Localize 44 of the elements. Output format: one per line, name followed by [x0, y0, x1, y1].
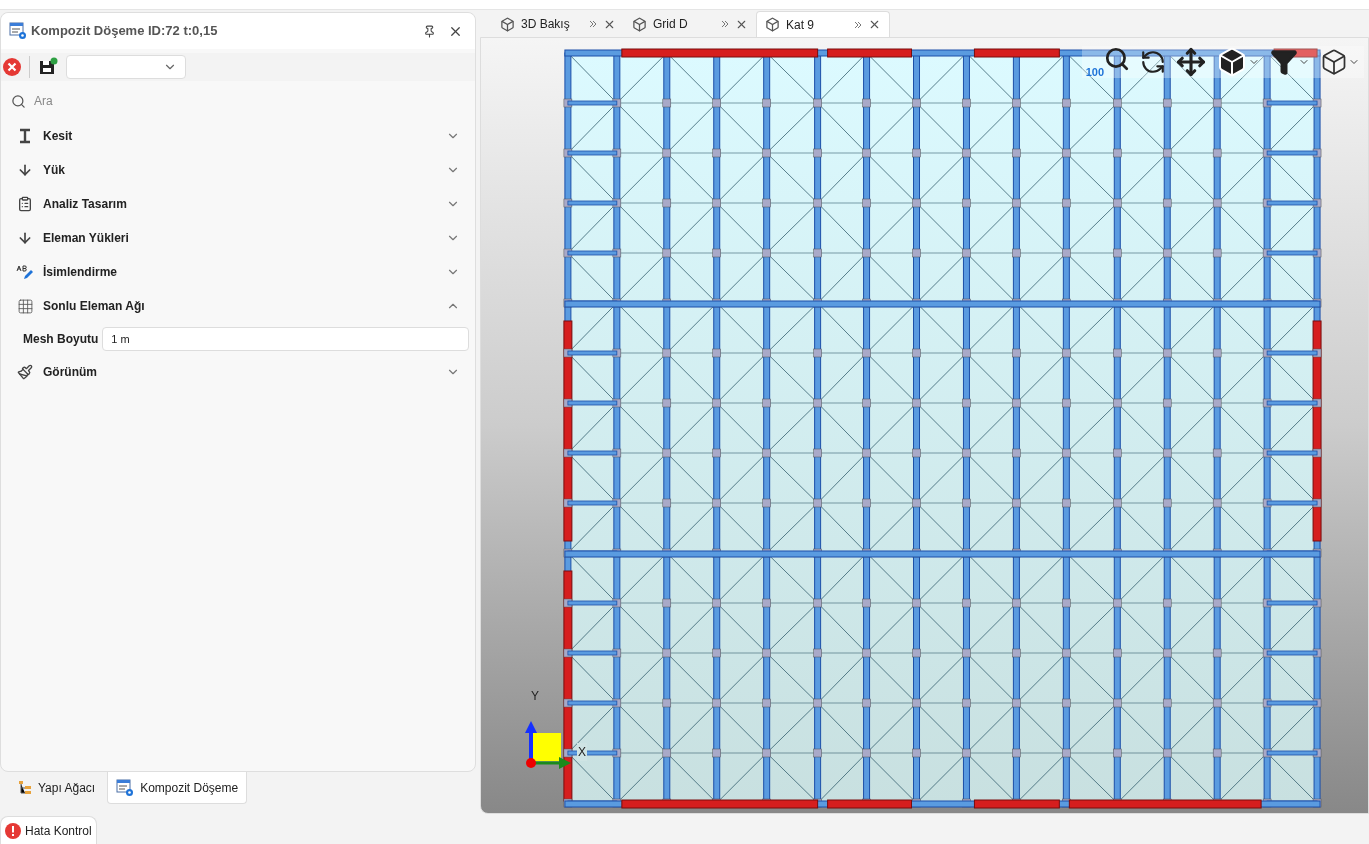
axis-y-label: Y — [531, 688, 539, 705]
field-label: Mesh Boyutu — [23, 331, 99, 348]
cube-icon — [500, 16, 515, 32]
mesh-size-field[interactable]: 1 m — [102, 327, 469, 351]
section-header[interactable]: Eleman Yükleri — [1, 221, 475, 255]
ab-pencil-icon — [16, 264, 34, 280]
filter-button[interactable] — [1270, 48, 1298, 76]
axis-x-label: X — [577, 743, 587, 761]
panel-title: Kompozit Döşeme ID:72 t:0,15 — [31, 22, 218, 41]
search-icon — [11, 93, 26, 109]
error-check-tab[interactable]: Hata Kontrol — [0, 816, 97, 844]
close-tab-icon[interactable] — [868, 18, 881, 31]
mesh-grid-icon — [16, 297, 34, 315]
search-field[interactable]: Ara — [34, 92, 465, 110]
wireframe-cube-button[interactable] — [1320, 48, 1348, 76]
cube-icon — [765, 17, 780, 32]
panel-tab[interactable]: Kompozit Döşeme — [107, 772, 248, 804]
section-header[interactable]: Sonlu Eleman Ağı — [1, 289, 475, 323]
view-tab[interactable]: 3D Bakış — [492, 11, 624, 37]
clipboard-icon — [17, 196, 33, 212]
cube-icon — [632, 16, 647, 32]
section-header[interactable]: Görünüm — [1, 355, 475, 389]
zoom-level-label: 100 — [1085, 67, 1104, 78]
orbit-button[interactable] — [1140, 49, 1166, 75]
form-settings-icon — [9, 22, 27, 40]
section-header[interactable]: Yük — [1, 153, 475, 187]
view-cube-button[interactable] — [1216, 46, 1248, 78]
pan-button[interactable] — [1176, 47, 1206, 77]
alert-icon — [5, 822, 21, 839]
zoom-button[interactable] — [1104, 46, 1130, 72]
panel-tab[interactable]: Yapı Ağacı — [10, 772, 104, 804]
section-header[interactable]: Analiz Tasarım — [1, 187, 475, 221]
section-header[interactable]: İsimlendirme — [1, 255, 475, 289]
view-tab[interactable]: Grid D — [624, 11, 756, 37]
dropdown-field[interactable] — [66, 55, 186, 79]
section-header[interactable]: Kesit — [1, 119, 475, 153]
form-settings-icon — [116, 778, 135, 797]
paint-icon — [17, 364, 33, 380]
i-beam-icon — [17, 128, 33, 144]
view-tab[interactable]: Kat 9 — [756, 11, 890, 37]
save-button[interactable] — [38, 57, 58, 77]
pin-button[interactable] — [423, 24, 436, 38]
cancel-button[interactable] — [3, 58, 21, 76]
tree-icon — [18, 780, 32, 796]
